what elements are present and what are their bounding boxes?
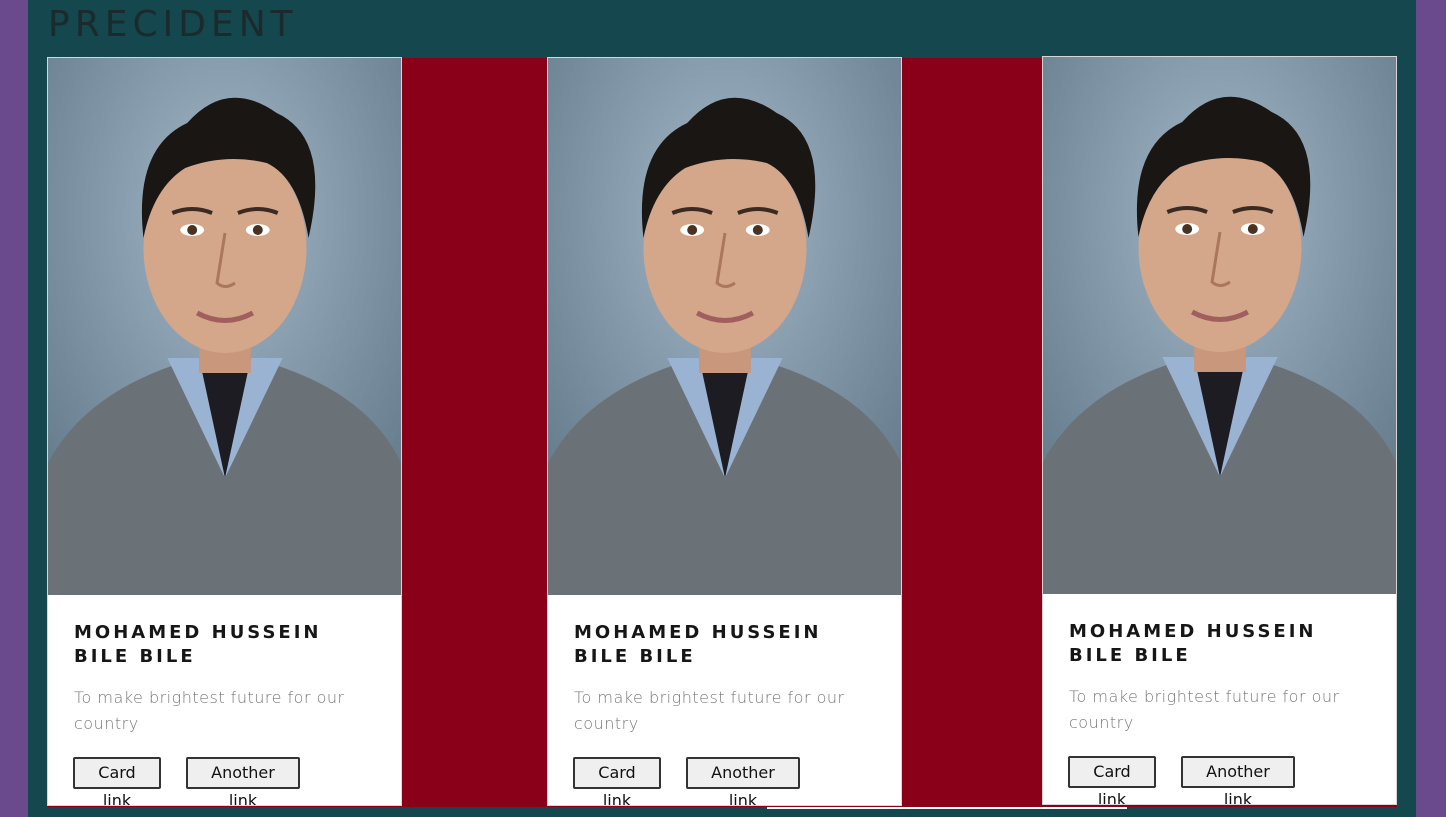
president-card-3: MOHAMED HUSSEIN BILE BILE To make bright… bbox=[1042, 56, 1397, 805]
portrait-photo bbox=[1043, 57, 1396, 594]
card-title: MOHAMED HUSSEIN BILE BILE bbox=[74, 622, 322, 667]
divider-line bbox=[767, 807, 1127, 809]
card-text: To make brightest future for our country bbox=[574, 688, 845, 733]
card-text: To make brightest future for our country bbox=[74, 688, 345, 733]
card-link-button[interactable]: Card link bbox=[1068, 756, 1156, 804]
another-link-button[interactable]: Another link bbox=[186, 757, 300, 805]
card-title: MOHAMED HUSSEIN BILE BILE bbox=[1069, 621, 1317, 666]
card-title: MOHAMED HUSSEIN BILE BILE bbox=[574, 622, 822, 667]
card-text: To make brightest future for our country bbox=[1069, 687, 1340, 732]
portrait-photo bbox=[548, 58, 901, 595]
president-card-2: MOHAMED HUSSEIN BILE BILE To make bright… bbox=[547, 57, 902, 806]
card-link-button[interactable]: Card link bbox=[573, 757, 661, 805]
another-link-button[interactable]: Another link bbox=[1181, 756, 1295, 804]
portrait-photo bbox=[48, 58, 401, 595]
president-card-1: MOHAMED HUSSEIN BILE BILE To make bright… bbox=[47, 57, 402, 806]
main-panel: PRECIDENT MOHAMED HUSSEIN BILE BILE To m… bbox=[28, 0, 1416, 817]
another-link-button[interactable]: Another link bbox=[686, 757, 800, 805]
card-link-button[interactable]: Card link bbox=[73, 757, 161, 805]
page-title: PRECIDENT bbox=[48, 4, 298, 45]
